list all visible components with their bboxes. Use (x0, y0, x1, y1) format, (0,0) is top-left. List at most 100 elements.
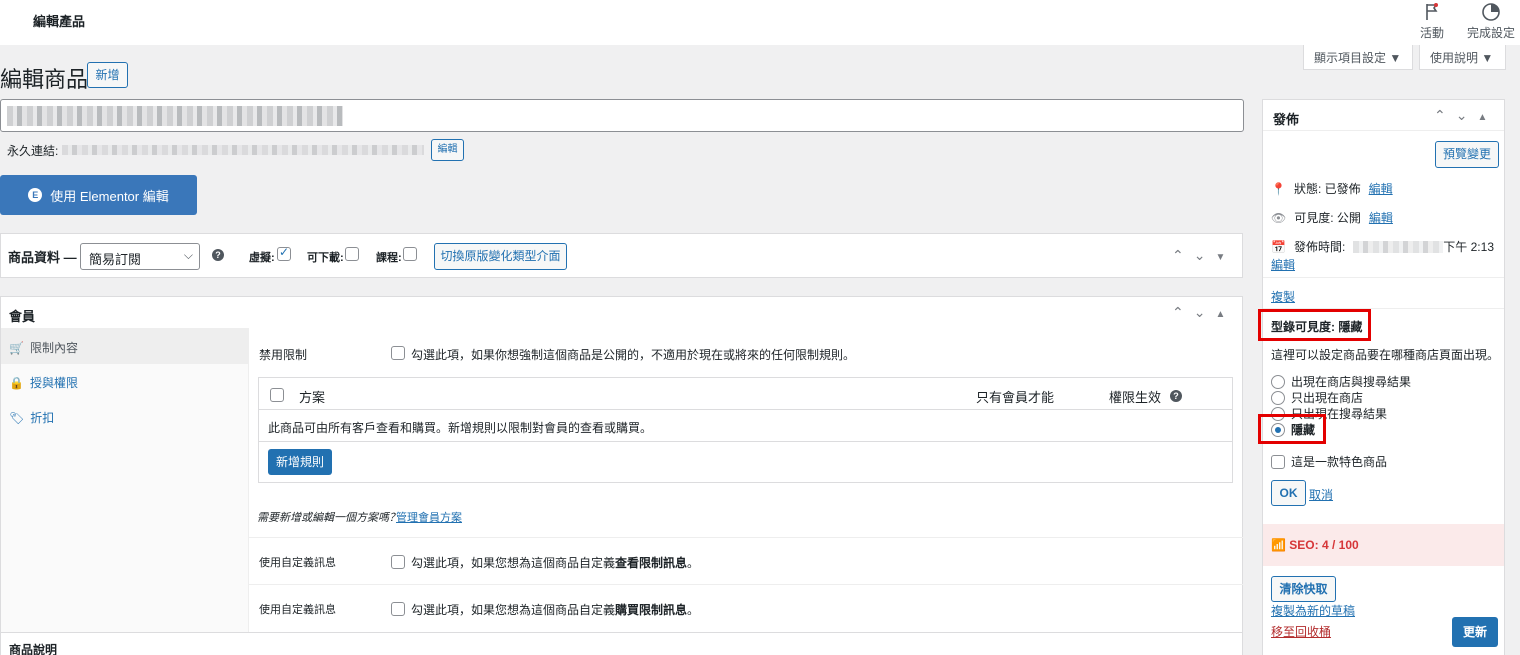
product-type-select[interactable]: 簡易訂閱 ⌵ (80, 243, 200, 270)
course-checkbox[interactable] (403, 247, 417, 261)
screen-options-button[interactable]: 顯示項目設定 ▼ (1303, 45, 1413, 70)
help-icon[interactable]: ? (212, 249, 224, 261)
col-members-only: 只有會員才能 (976, 390, 1055, 405)
publish-box: 發佈 ⌃⌄▲ 預覽變更 📍 狀態: 已發佈 編輯 👁 可見度: 公開 編輯 📅 … (1258, 99, 1505, 655)
blurred-permalink[interactable] (62, 145, 424, 155)
page-top-title: 編輯產品 (33, 14, 86, 29)
duplicate-draft-link[interactable]: 複製為新的草稿 (1271, 602, 1355, 619)
sidebar-item-grant-access[interactable]: 🔒 授與權限 (9, 374, 78, 391)
rules-table: 方案 只有會員才能 權限生效 ? 此商品可由所有客戶查看和購買。新增規則以限制對… (258, 377, 1233, 483)
calendar-icon: 📅 (1271, 239, 1286, 254)
preview-changes-button[interactable]: 預覽變更 (1435, 141, 1499, 168)
custom-view-msg-checkbox[interactable] (391, 555, 405, 569)
permalink-label: 永久連結: (7, 144, 59, 158)
custom-purchase-msg-checkbox[interactable] (391, 602, 405, 616)
permalink-edit-button[interactable]: 編輯 (431, 139, 464, 161)
visibility-option-shop[interactable]: 只出現在商店 (1271, 389, 1363, 406)
disable-restriction-checkbox[interactable] (391, 346, 405, 360)
add-new-button[interactable]: 新增 (87, 62, 128, 88)
blurred-date (1353, 240, 1444, 253)
page-heading: 編輯商品 (0, 67, 89, 92)
add-rule-button[interactable]: 新增規則 (268, 449, 332, 475)
sidebar-item-discount[interactable]: 🏷 折扣 (9, 409, 54, 426)
membership-box-arrows[interactable]: ⌃⌄▲ (1172, 304, 1235, 321)
virtual-label: 虛擬: (249, 252, 275, 264)
activity-button[interactable]: 活動 (1420, 2, 1444, 41)
membership-sidebar: 🛒 限制內容 🔒 授與權限 🏷 折扣 (1, 328, 249, 633)
tag-icon: 🏷 (9, 410, 25, 425)
toggle-icon[interactable]: ▲ (1215, 309, 1235, 320)
custom-msg-label-2: 使用自定義訊息 (259, 604, 336, 616)
product-data-box: 商品資料 — 簡易訂閱 ⌵ ? 虛擬: 可下載: 課程: 切換原版變化類型介面 … (0, 233, 1243, 278)
product-title-input[interactable] (0, 99, 1244, 132)
help-button[interactable]: 使用說明 ▼ (1419, 45, 1506, 70)
manage-plans-link[interactable]: 管理會員方案 (396, 509, 462, 525)
disable-restriction-label: 禁用限制 (259, 348, 308, 362)
custom-purchase-msg-text: 勾選此項，如果您想為這個商品自定義購買限制訊息。 (411, 603, 700, 617)
featured-checkbox[interactable] (1271, 454, 1285, 469)
lock-icon: 🔒 (9, 375, 24, 390)
box-arrows[interactable]: ⌃⌄▼ (1172, 247, 1235, 264)
visibility-edit-link[interactable]: 編輯 (1369, 209, 1393, 226)
product-data-label: 商品資料 — (8, 250, 77, 265)
seo-score-bar: 📶 SEO: 4 / 100 (1263, 524, 1504, 566)
cancel-link[interactable]: 取消 (1309, 486, 1333, 503)
col-plan: 方案 (299, 390, 326, 405)
col-effective: 權限生效 (1109, 390, 1162, 405)
status-edit-link[interactable]: 編輯 (1369, 180, 1393, 197)
membership-title: 會員 (9, 309, 36, 324)
publish-time-edit-link[interactable]: 編輯 (1271, 256, 1295, 273)
custom-view-msg-text: 勾選此項，如果您想為這個商品自定義查看限制訊息。 (411, 556, 700, 570)
progress-circle-icon (1482, 3, 1500, 21)
product-description-title: 商品說明 (9, 643, 58, 655)
divider (249, 584, 1243, 585)
toggle-icon[interactable]: ▲ (1477, 112, 1497, 123)
ok-button[interactable]: OK (1271, 480, 1306, 506)
need-plan-text: 需要新增或編輯一個方案嗎？ (257, 512, 400, 524)
pin-icon: 📍 (1271, 181, 1286, 196)
disable-restriction-text: 勾選此項，如果你想強制這個商品是公開的，不適用於現在或將來的任何限制規則。 (411, 348, 856, 362)
custom-msg-label-1: 使用自定義訊息 (259, 557, 336, 569)
update-button[interactable]: 更新 (1452, 617, 1498, 647)
sidebar-item-restrict-content[interactable]: 🛒 限制內容 (9, 339, 78, 356)
publish-box-arrows[interactable]: ⌃⌄▲ (1434, 107, 1497, 124)
virtual-checkbox[interactable] (277, 245, 291, 261)
divider (1263, 130, 1504, 131)
catalog-visibility-desc: 這裡可以設定商品要在哪種商店頁面出現。 (1271, 348, 1500, 362)
select-all-checkbox[interactable] (270, 388, 284, 402)
trash-link[interactable]: 移至回收桶 (1271, 623, 1331, 640)
highlight-box (1258, 414, 1326, 444)
divider (249, 537, 1243, 538)
flag-icon (1426, 3, 1438, 20)
elementor-edit-button[interactable]: E 使用 Elementor 編輯 (0, 175, 197, 215)
eye-icon: 👁 (1271, 210, 1287, 225)
visibility-option-shop-search[interactable]: 出現在商店與搜尋結果 (1271, 373, 1411, 390)
featured-row[interactable]: 這是一款特色商品 (1271, 453, 1387, 470)
chevron-down-icon: ⌵ (183, 248, 193, 262)
chart-icon: 📶 (1271, 538, 1286, 552)
downloadable-checkbox[interactable] (345, 247, 359, 261)
seo-score: 📶 SEO: 4 / 100 (1271, 538, 1359, 552)
membership-box: 會員 ⌃⌄▲ 🛒 限制內容 🔒 授與權限 🏷 折扣 禁用限制 勾選此項，如果你想… (0, 296, 1243, 633)
toggle-icon[interactable]: ▼ (1215, 252, 1235, 263)
visibility-row: 👁 可見度: 公開 編輯 (1271, 209, 1393, 226)
clear-cache-button[interactable]: 清除快取 (1271, 576, 1336, 602)
finish-setup-button[interactable]: 完成設定 (1467, 2, 1515, 41)
highlight-box (1258, 309, 1371, 341)
publish-title: 發佈 (1273, 112, 1300, 127)
switch-variation-ui-button[interactable]: 切換原版變化類型介面 (434, 243, 567, 270)
rules-table-header: 方案 只有會員才能 權限生效 ? (259, 378, 1232, 410)
radio-button[interactable] (1271, 390, 1285, 405)
table-empty-row: 此商品可由所有客戶查看和購買。新增規則以限制對會員的查看或購買。 (259, 410, 1232, 442)
help-icon[interactable]: ? (1170, 390, 1182, 402)
copy-link[interactable]: 複製 (1271, 288, 1295, 305)
radio-button[interactable] (1271, 374, 1285, 389)
product-description-box: 商品說明 (0, 632, 1243, 655)
elementor-icon: E (28, 188, 43, 202)
cart-icon: 🛒 (9, 340, 24, 355)
publish-time-row: 📅 發佈時間: 下午 2:13 (1271, 239, 1494, 255)
course-label: 課程: (376, 252, 402, 264)
blurred-title (7, 106, 343, 126)
empty-rules-text: 此商品可由所有客戶查看和購買。新增規則以限制對會員的查看或購買。 (268, 421, 653, 435)
status-row: 📍 狀態: 已發佈 編輯 (1271, 180, 1393, 197)
